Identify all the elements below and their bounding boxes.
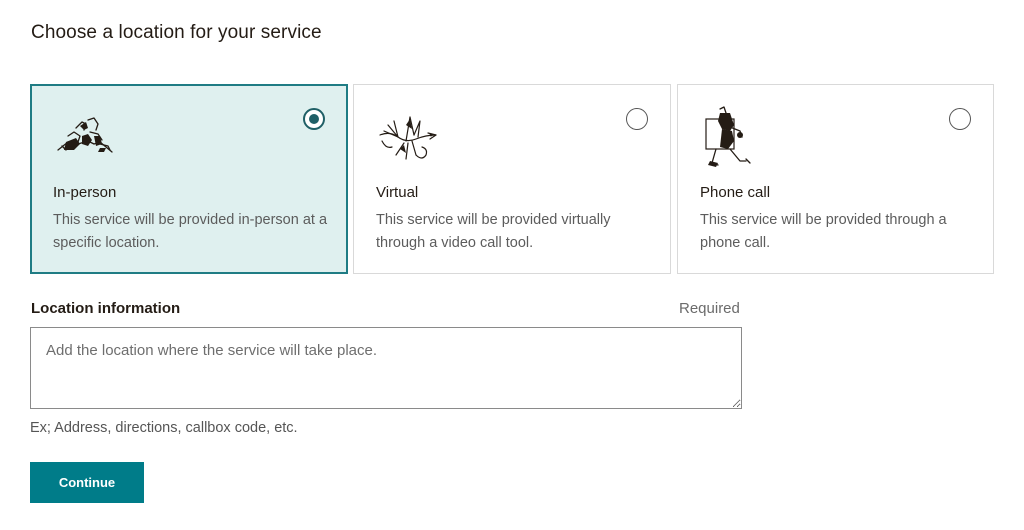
continue-button[interactable]: Continue xyxy=(30,462,144,503)
virtual-illustration-icon xyxy=(379,116,437,160)
option-title-virtual: Virtual xyxy=(376,184,419,201)
option-description-phone-call: This service will be provided through a … xyxy=(700,212,947,251)
radio-phone-call[interactable] xyxy=(949,108,971,130)
option-description-in-person: This service will be provided in-person … xyxy=(53,212,328,251)
radio-selected-dot xyxy=(309,114,319,124)
option-title-in-person: In-person xyxy=(53,184,117,201)
location-options: In-person This service will be provided … xyxy=(30,84,994,276)
option-title-phone-call: Phone call xyxy=(700,184,771,201)
location-information-label: Location information xyxy=(31,300,181,317)
required-indicator: Required xyxy=(679,300,740,317)
phone-call-illustration-icon xyxy=(705,106,751,167)
in-person-illustration-icon xyxy=(57,117,113,153)
option-card-in-person[interactable]: In-person This service will be provided … xyxy=(30,84,348,274)
option-card-phone-call[interactable]: Phone call This service will be provided… xyxy=(677,84,994,274)
option-description-virtual: This service will be provided virtually … xyxy=(376,212,611,251)
location-information-input[interactable] xyxy=(30,327,742,409)
radio-in-person[interactable] xyxy=(303,108,325,130)
page-title: Choose a location for your service xyxy=(31,22,322,43)
option-card-virtual[interactable]: Virtual This service will be provided vi… xyxy=(353,84,671,274)
location-hint-text: Ex; Address, directions, callbox code, e… xyxy=(30,420,298,436)
radio-virtual[interactable] xyxy=(626,108,648,130)
